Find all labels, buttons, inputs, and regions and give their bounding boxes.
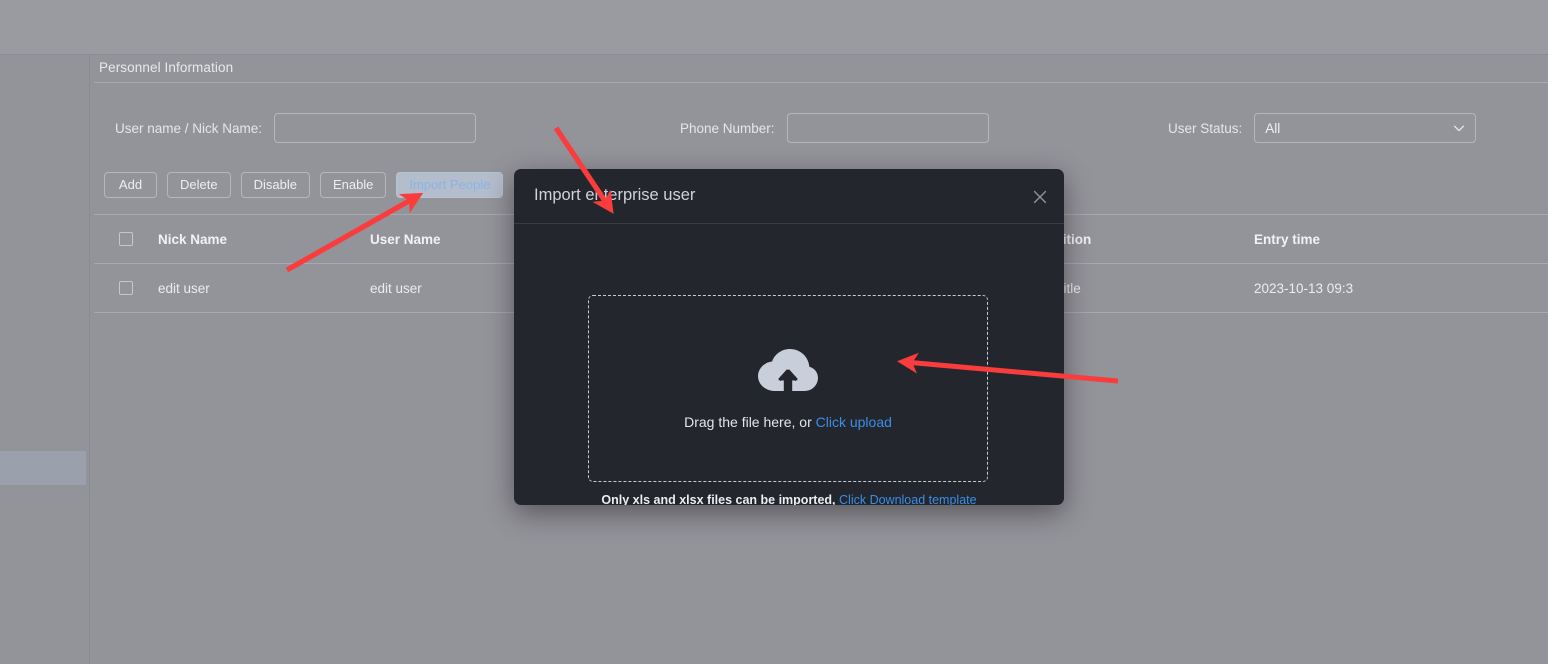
- delete-button[interactable]: Delete: [167, 172, 231, 198]
- dialog-note-text: Only xls and xlsx files can be imported,: [601, 493, 836, 505]
- click-upload-link[interactable]: Click upload: [816, 414, 892, 430]
- disable-button[interactable]: Disable: [240, 172, 310, 198]
- import-people-button[interactable]: Import People: [396, 172, 504, 198]
- select-all-cell: [94, 232, 158, 246]
- enable-button[interactable]: Enable: [319, 172, 387, 198]
- dialog-title: Import enterprise user: [534, 186, 696, 204]
- panel-divider: [94, 82, 1548, 83]
- cell-entry-time: 2023-10-13 09:3: [1254, 280, 1354, 296]
- download-template-link[interactable]: Click Download template: [839, 493, 977, 505]
- row-checkbox[interactable]: [119, 281, 133, 295]
- status-field-group: User Status: All: [1168, 113, 1477, 143]
- cell-nick-name: edit user: [158, 280, 210, 296]
- application-root: Personnel Information User name / Nick N…: [0, 0, 1548, 664]
- username-input[interactable]: [274, 113, 477, 143]
- status-label: User Status:: [1168, 120, 1243, 136]
- dialog-header: Import enterprise user: [514, 169, 1064, 224]
- username-label: User name / Nick Name:: [115, 120, 263, 136]
- action-toolbar: Add Delete Disable Enable Import People: [104, 172, 504, 198]
- cloud-upload-icon: [758, 348, 818, 391]
- import-enterprise-user-dialog: Import enterprise user Drag the file her…: [514, 169, 1064, 505]
- row-select-cell: [94, 281, 158, 295]
- cell-position: edittitle: [1038, 281, 1254, 296]
- column-header-nick-name: Nick Name: [158, 231, 228, 247]
- column-header-position: Position: [1038, 231, 1092, 247]
- top-bar: [0, 0, 1548, 55]
- file-dropzone[interactable]: Drag the file here, or Click upload: [588, 295, 988, 482]
- column-header-entry-time: Entry time: [1254, 231, 1321, 247]
- dropzone-prompt-text: Drag the file here, or: [684, 413, 812, 430]
- close-icon[interactable]: [1031, 188, 1049, 206]
- username-field-group: User name / Nick Name:: [115, 113, 477, 143]
- filter-row: User name / Nick Name: Phone Number: Use…: [90, 113, 1548, 149]
- add-button[interactable]: Add: [104, 172, 157, 198]
- dialog-body: Drag the file here, or Click upload Only…: [514, 224, 1064, 505]
- phone-input[interactable]: [786, 113, 989, 143]
- dialog-note: Only xls and xlsx files can be imported,…: [514, 493, 1064, 505]
- sidebar-item-active[interactable]: [0, 451, 86, 485]
- select-all-checkbox[interactable]: [119, 232, 133, 246]
- phone-field-group: Phone Number:: [680, 113, 989, 143]
- sidebar: [0, 55, 90, 664]
- dropzone-prompt: Drag the file here, or Click upload: [684, 414, 892, 430]
- user-status-value: All: [1265, 120, 1281, 136]
- page-title: Personnel Information: [99, 60, 234, 75]
- chevron-down-icon: [1454, 125, 1465, 132]
- user-status-select[interactable]: All: [1254, 113, 1477, 143]
- phone-label: Phone Number:: [680, 120, 775, 136]
